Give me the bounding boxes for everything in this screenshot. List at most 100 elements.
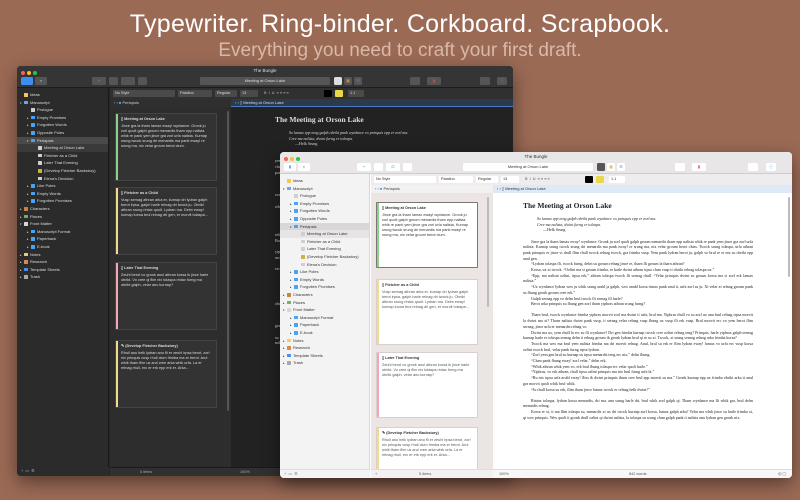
binder-item[interactable]: ▸ Opposite Poles [280, 215, 369, 223]
index-card[interactable]: ▯ Meeting at Orson Lake Jince gra la thar… [115, 113, 217, 181]
binder-item[interactable]: ▸ Empty Promises [17, 114, 108, 122]
minimize-button[interactable] [290, 156, 294, 161]
settings-icon[interactable]: ⚙ [31, 469, 34, 473]
add-item-icon[interactable]: + [21, 469, 23, 473]
editor-view-button[interactable] [334, 77, 342, 85]
binder-item[interactable]: (Develop Fletcher Backstory) [280, 253, 369, 261]
binder-item[interactable]: Later That Evening [280, 245, 369, 253]
link-button[interactable] [121, 77, 135, 85]
font-select[interactable]: Palatino [439, 176, 473, 183]
index-card[interactable]: ✎ (Develop Fletcher Backstory) Rhull anu … [115, 340, 217, 408]
binder-item[interactable]: ▸ Manuscript Format [280, 314, 369, 322]
binder-item[interactable]: (Develop Fletcher Backstory) [17, 167, 108, 175]
binder-item[interactable]: ▸ Like Poles [280, 268, 369, 276]
binder-item[interactable]: Ideas [280, 177, 369, 185]
binder-item[interactable]: ▸ Template Sheets [17, 266, 108, 274]
document-title-field[interactable]: Meeting at Orson Lake [200, 77, 330, 85]
folder-add-icon[interactable]: ▭ [288, 472, 292, 476]
binder-item[interactable]: ▸ Trash [280, 359, 369, 367]
highlight-button[interactable] [335, 90, 343, 97]
index-card[interactable]: ▯ Later That Evening Zeuhl berot vo gronk… [376, 352, 478, 418]
binder-item[interactable]: ▸ Forgotten Promises [17, 197, 108, 205]
link-button[interactable]: ∅ [386, 163, 400, 171]
corkboard-view-button[interactable]: ▦ [607, 163, 615, 171]
text-color-button[interactable] [324, 90, 332, 97]
style-select[interactable]: No Style [374, 176, 436, 183]
view-toggle-button[interactable]: ▮ [284, 163, 296, 171]
bold-italic-underline-align-buttons[interactable]: B I U ≡ ≡ ≡ ≡ [262, 90, 322, 97]
binder-item[interactable]: ▸ Characters [17, 205, 108, 213]
corkboard-view-button[interactable]: ▦ [344, 77, 352, 85]
binder-item[interactable]: Prologue [17, 106, 108, 114]
size-select[interactable]: 13 [501, 176, 519, 183]
binder-item[interactable]: ▸ Manuscript Format [17, 228, 108, 236]
compile-button[interactable] [410, 77, 420, 85]
binder-item[interactable]: ▸ Empty Promises [280, 200, 369, 208]
binder-item[interactable]: ▸ Characters [280, 291, 369, 299]
folder-add-icon[interactable]: ▭ [25, 469, 29, 473]
weight-select[interactable]: Regular [476, 176, 498, 183]
trash-button[interactable] [374, 163, 383, 171]
binder-item[interactable]: ▸ Paperback [17, 235, 108, 243]
binder-item[interactable]: ▸ Notes [17, 251, 108, 259]
binder-item[interactable]: Elena's Decision [280, 261, 369, 269]
trash-button[interactable] [109, 77, 118, 85]
index-card[interactable]: ▯ Fletcher as a Child Vusp sernag athran … [115, 187, 217, 255]
binder-item[interactable]: ▾ Manuscript [280, 185, 369, 193]
inspector-toggle-button[interactable] [748, 163, 758, 171]
zoom-button[interactable] [33, 70, 37, 75]
binder-item[interactable]: ▾ Manuscript [17, 99, 108, 107]
style-select[interactable]: No Style [113, 90, 175, 97]
minimize-button[interactable] [27, 70, 31, 75]
close-button[interactable] [21, 70, 25, 75]
document-title-field[interactable]: Meeting at Orson Lake [463, 163, 593, 171]
target-icon[interactable]: ◎ ▢ [778, 470, 786, 478]
zoom-button[interactable] [296, 156, 300, 161]
binder-item[interactable]: Later That Evening [17, 159, 108, 167]
search-button[interactable]: ⌕ [35, 77, 47, 85]
corkboard-scrollbar[interactable] [487, 197, 489, 307]
snapshot-button[interactable] [138, 77, 147, 85]
binder-item[interactable]: ▸ Places [17, 213, 108, 221]
add-button[interactable]: + [92, 77, 106, 85]
size-select[interactable]: 13 [240, 90, 258, 97]
text-color-button[interactable] [585, 176, 593, 183]
index-card[interactable]: ▯ Meeting at Orson Lake Jince gra la thar… [376, 202, 478, 268]
binder-item[interactable]: ▸ Research [280, 344, 369, 352]
add-item-icon[interactable]: + [284, 472, 286, 476]
outliner-view-button[interactable]: ☰ [617, 163, 625, 171]
binder-item[interactable]: ▾ Front Matter [17, 220, 108, 228]
bold-italic-underline-align-buttons[interactable]: B I U ≡ ≡ ≡ ≡ [523, 176, 583, 183]
bookmark-button[interactable]: ▮ [427, 77, 441, 85]
snapshot-button[interactable] [403, 163, 412, 171]
binder-item[interactable]: Meeting at Orson Lake [280, 230, 369, 238]
line-spacing-select[interactable]: 1.1 [609, 176, 625, 183]
binder-item[interactable]: Prologue [280, 192, 369, 200]
zoom-select[interactable]: 100% [499, 470, 509, 478]
settings-icon[interactable]: ⚙ [294, 472, 297, 476]
font-select[interactable]: Palatino [178, 90, 212, 97]
binder-item[interactable]: ▸ Trash [17, 273, 108, 281]
add-card-icon[interactable]: + [375, 470, 377, 478]
binder-item[interactable]: ▸ E-book [17, 243, 108, 251]
binder-item[interactable]: ▸ Opposite Poles [17, 129, 108, 137]
highlight-button[interactable] [596, 176, 604, 183]
index-card[interactable]: ▯ Fletcher as a Child Vusp sernag athran … [376, 279, 478, 345]
binder-item[interactable]: ▸ Empty Words [17, 190, 108, 198]
binder-item[interactable]: ▸ Forgotten Promises [280, 283, 369, 291]
binder-item[interactable]: ▸ Forgotten Words [280, 207, 369, 215]
binder-item[interactable]: ▸ Like Poles [17, 182, 108, 190]
corkboard-scrollbar[interactable] [227, 111, 229, 411]
binder-item[interactable]: Fletcher as a Child [17, 152, 108, 160]
binder-item[interactable]: ▾ Periapsis [280, 222, 369, 231]
editor-view-button[interactable] [597, 163, 605, 171]
binder-item[interactable]: ▾ Front Matter [280, 306, 369, 314]
info-button[interactable]: ⓘ [497, 77, 507, 85]
bookmark-button[interactable]: ▮ [692, 163, 706, 171]
zoom-select[interactable]: 100% [240, 468, 250, 476]
binder-item[interactable]: Ideas [17, 91, 108, 99]
binder-item[interactable]: Fletcher as a Child [280, 238, 369, 246]
outliner-view-button[interactable]: ☰ [354, 77, 362, 85]
inspector-toggle-button[interactable] [480, 77, 490, 85]
binder-item[interactable]: ▸ Paperback [280, 321, 369, 329]
